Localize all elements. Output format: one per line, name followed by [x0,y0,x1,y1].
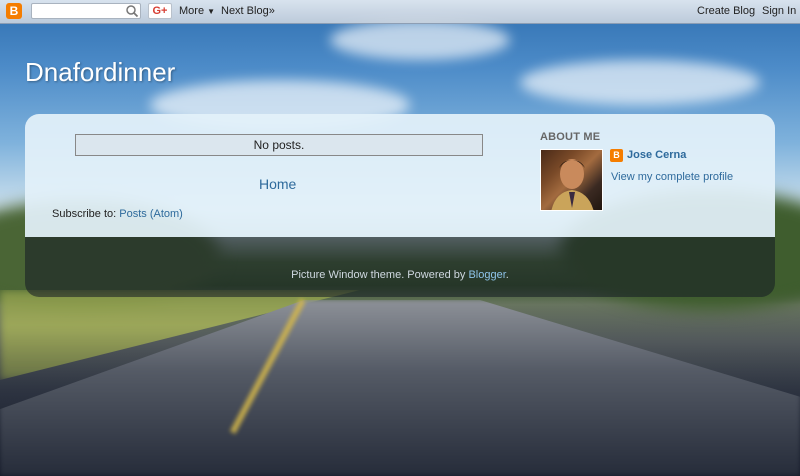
home-link[interactable]: Home [259,176,296,192]
search-icon[interactable] [125,4,139,18]
blog-title[interactable]: Dnafordinner [25,57,175,88]
more-label: More [179,5,205,17]
subscribe-line: Subscribe to: Posts (Atom) [52,208,183,220]
footer-period: . [505,269,509,281]
blogger-profile-icon: B [610,149,623,162]
next-blog-link[interactable]: Next Blog» [221,5,275,17]
blogger-logo-icon[interactable]: B [6,3,22,19]
chevron-down-icon: ▼ [207,7,216,16]
sign-in-link[interactable]: Sign In [762,5,796,17]
about-me-heading: ABOUT ME [540,131,601,143]
more-menu[interactable]: More ▼ [179,5,215,17]
footer-attribution: Picture Window theme. Powered by Blogger… [25,269,775,281]
content-card: No posts. Home Subscribe to: Posts (Atom… [25,114,775,237]
view-profile-link[interactable]: View my complete profile [611,171,733,183]
subscribe-label: Subscribe to: [52,208,120,220]
create-blog-link[interactable]: Create Blog [697,5,755,17]
no-posts-message: No posts. [75,134,483,156]
avatar[interactable] [540,149,603,211]
profile-photo-icon [551,159,594,210]
google-plus-button[interactable]: G+ [148,3,172,19]
blogger-navbar: B G+ More ▼ Next Blog» Create Blog Sign … [0,0,800,24]
footer: Picture Window theme. Powered by Blogger… [25,237,775,297]
author-name-link[interactable]: Jose Cerna [627,149,686,161]
blogger-link[interactable]: Blogger [468,269,505,281]
footer-text: Picture Window theme. Powered by [291,269,469,281]
posts-atom-link[interactable]: Posts (Atom) [119,208,183,220]
